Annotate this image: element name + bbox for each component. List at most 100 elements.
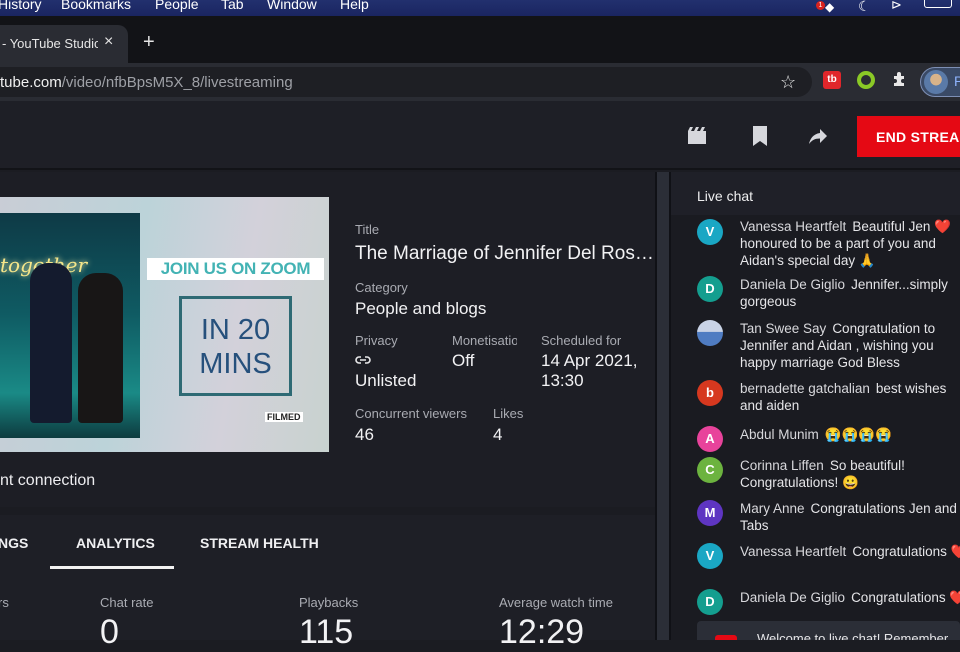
panel-divider-scrollbar[interactable] xyxy=(655,172,671,640)
person-figure xyxy=(78,273,123,423)
metric-avg-watch-time-value: 12:29 xyxy=(499,613,585,651)
stream-main-pane: together JOIN US ON ZOOM IN 20 MINS FILM… xyxy=(0,172,655,651)
chat-message-body: Vanessa Heartfelt Congratulations ❤️ xyxy=(740,543,960,560)
url-text[interactable]: tube.com/video/nfbBpsM5X_8/livestreaming xyxy=(0,74,293,91)
new-tab-icon[interactable]: + xyxy=(143,32,155,52)
chat-message-body: bernadette gatchalian best wishes and aid… xyxy=(740,380,960,414)
stream-title: The Marriage of Jennifer Del Rosa... xyxy=(355,243,655,264)
chat-message-body: Abdul Munim 😭😭😭😭 xyxy=(740,426,960,443)
stream-thumbnail[interactable]: together JOIN US ON ZOOM IN 20 MINS FILM… xyxy=(0,197,329,452)
chat-author-name[interactable]: bernadette gatchalian xyxy=(740,381,870,396)
metric-playbacks-value: 115 xyxy=(299,613,354,651)
menu-history[interactable]: History xyxy=(0,0,42,12)
category-label: Category xyxy=(355,280,408,295)
chat-author-name[interactable]: Abdul Munim xyxy=(740,427,819,442)
tubebuddy-extension-icon[interactable]: tb xyxy=(823,71,841,89)
chat-author-avatar[interactable]: A xyxy=(697,426,723,452)
address-bar[interactable]: tube.com/video/nfbBpsM5X_8/livestreaming… xyxy=(0,67,812,97)
chat-message-text: Congratulations ❤️ xyxy=(851,590,960,605)
privacy-value: Unlisted xyxy=(355,371,417,390)
chat-message-body: Tan Swee Say Congratulation to Jennifer a… xyxy=(740,320,960,371)
concurrent-viewers-value: 46 xyxy=(355,425,374,444)
tab-settings[interactable]: NGS xyxy=(0,535,28,551)
dropbox-tray-icon[interactable]: 1 ◆ xyxy=(816,0,834,16)
extensions-puzzle-icon[interactable] xyxy=(891,71,909,89)
tab-stream-health[interactable]: STREAM HEALTH xyxy=(200,535,319,551)
live-chat-title: Live chat xyxy=(697,188,754,204)
chat-author-avatar[interactable] xyxy=(697,320,723,346)
browser-tab-youtube-studio[interactable]: - YouTube Studio × xyxy=(0,25,128,63)
os-menu-bar: History Bookmarks People Tab Window Help… xyxy=(0,0,960,16)
zoom-banner-text: JOIN US ON ZOOM xyxy=(147,258,324,280)
url-host: tube.com xyxy=(0,74,62,91)
avatar xyxy=(924,70,948,94)
bookmark-icon[interactable] xyxy=(748,124,772,148)
battery-icon[interactable] xyxy=(924,0,952,8)
stream-info-card: together JOIN US ON ZOOM IN 20 MINS FILM… xyxy=(0,172,655,507)
countdown-line1: IN 20 xyxy=(200,314,271,346)
browser-toolbar: tube.com/video/nfbBpsM5X_8/livestreaming… xyxy=(0,63,960,101)
share-icon[interactable] xyxy=(806,124,830,148)
likes-value: 4 xyxy=(493,425,503,444)
url-path: /video/nfbBpsM5X_8/livestreaming xyxy=(61,74,293,91)
chat-author-name[interactable]: Daniela De Giglio xyxy=(740,277,845,292)
monetisation-label: Monetisation xyxy=(452,333,517,348)
metric-viewers-label: rs xyxy=(0,595,9,610)
countdown-box: IN 20 MINS xyxy=(179,296,292,396)
clapperboard-icon[interactable] xyxy=(686,124,710,148)
chat-author-name[interactable]: Mary Anne xyxy=(740,501,805,516)
chat-author-avatar[interactable]: V xyxy=(697,219,723,245)
menu-help[interactable]: Help xyxy=(340,0,369,12)
profile-button[interactable]: P xyxy=(920,67,960,97)
tab-title: - YouTube Studio xyxy=(2,36,98,51)
link-icon xyxy=(355,353,373,367)
couple-photo: together xyxy=(0,213,140,438)
likes-label: Likes xyxy=(493,406,524,421)
scheduled-time: 13:30 xyxy=(541,371,584,390)
scheduled-label: Scheduled for xyxy=(541,333,622,348)
chat-author-avatar[interactable]: V xyxy=(697,543,723,569)
quip-extension-icon[interactable] xyxy=(857,71,875,89)
chat-author-name[interactable]: Tan Swee Say xyxy=(740,321,826,336)
privacy-label: Privacy xyxy=(355,333,398,348)
chat-message-text: 😭😭😭😭 xyxy=(824,427,893,442)
close-tab-icon[interactable]: × xyxy=(104,33,113,51)
live-chat-panel: Live chat V Vanessa Heartfelt Beautiful Je… xyxy=(671,172,960,640)
stream-tabs-panel: NGS ANALYTICS STREAM HEALTH rs Chat rate… xyxy=(0,515,655,651)
chat-author-name[interactable]: Vanessa Heartfelt xyxy=(740,219,846,234)
menu-tab[interactable]: Tab xyxy=(221,0,244,12)
chat-message-body: Daniela De Giglio Congratulations ❤️ xyxy=(740,589,960,606)
browser-tab-strip: - YouTube Studio × + xyxy=(0,16,960,63)
chat-message-text: Congratulations ❤️ xyxy=(852,544,960,559)
tab-analytics[interactable]: ANALYTICS xyxy=(76,535,155,551)
chat-author-name[interactable]: Vanessa Heartfelt xyxy=(740,544,846,559)
welcome-banner-text: Welcome to live chat! Remember xyxy=(757,631,949,640)
menu-people[interactable]: People xyxy=(155,0,199,12)
chat-author-avatar[interactable]: D xyxy=(697,276,723,302)
countdown-line2: MINS xyxy=(199,348,272,380)
chat-author-avatar[interactable]: C xyxy=(697,457,723,483)
chat-message-body: Mary Anne Congratulations Jen and - Tabs xyxy=(740,500,960,534)
chat-message-body: Vanessa Heartfelt Beautiful Jen ❤️ honour… xyxy=(740,218,960,269)
end-stream-button[interactable]: END STREAM xyxy=(857,116,960,157)
menu-window[interactable]: Window xyxy=(267,0,317,12)
category-value: People and blogs xyxy=(355,299,487,318)
title-label: Title xyxy=(355,222,380,237)
chat-author-avatar[interactable]: M xyxy=(697,500,723,526)
chat-author-avatar[interactable]: b xyxy=(697,380,723,406)
active-tab-indicator xyxy=(50,566,174,569)
night-shift-moon-icon[interactable]: ☾ xyxy=(858,0,871,14)
live-chat-header: Live chat xyxy=(671,172,960,215)
chat-message-body: Corinna Liffen So beautiful! Congratulati… xyxy=(740,457,960,491)
chat-welcome-banner: Welcome to live chat! Remember xyxy=(697,621,960,640)
chat-author-avatar[interactable]: D xyxy=(697,589,723,615)
metric-chat-rate-value: 0 xyxy=(100,613,119,651)
menu-bookmarks[interactable]: Bookmarks xyxy=(61,0,131,12)
person-figure xyxy=(30,263,72,423)
chat-author-name[interactable]: Corinna Liffen xyxy=(740,458,824,473)
bookmark-star-icon[interactable]: ☆ xyxy=(780,72,796,93)
chat-author-name[interactable]: Daniela De Giglio xyxy=(740,590,845,605)
chat-message-body: Daniela De Giglio Jennifer...simply gorge… xyxy=(740,276,960,310)
metric-avg-watch-time-label: Average watch time xyxy=(499,595,613,610)
media-play-icon[interactable]: ⊳ xyxy=(891,0,902,13)
